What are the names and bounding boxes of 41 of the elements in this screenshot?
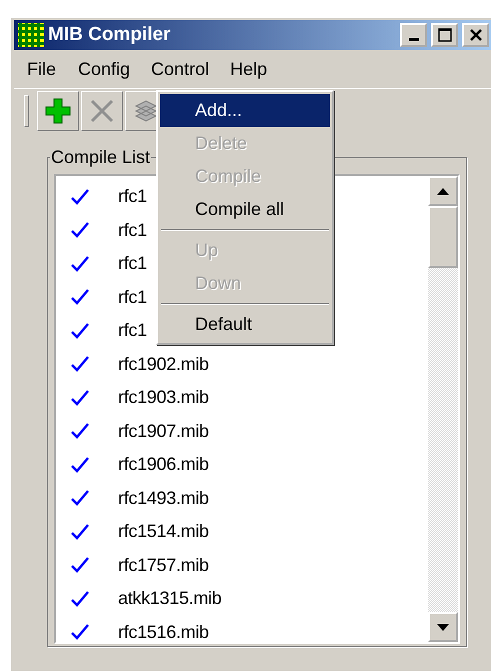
x-icon — [89, 98, 115, 124]
stack-icon — [133, 98, 159, 124]
menu-item[interactable]: Compile all — [160, 193, 330, 226]
scroll-up-button[interactable] — [428, 176, 458, 206]
menu-item[interactable]: Add... — [160, 94, 330, 127]
scroll-down-button[interactable] — [428, 612, 458, 642]
list-item[interactable]: rfc1 — [118, 186, 147, 208]
list-item[interactable]: rfc1514.mib — [118, 521, 209, 542]
maximize-button[interactable] — [431, 23, 458, 47]
list-item[interactable]: rfc1493.mib — [118, 488, 209, 509]
plus-icon — [45, 98, 71, 124]
list-item[interactable]: rfc1757.mib — [118, 554, 209, 576]
up-arrow-icon — [437, 188, 449, 194]
menu-item[interactable]: Config — [67, 54, 142, 84]
list-item[interactable]: rfc1902.mib — [118, 354, 209, 375]
list-item[interactable]: rfc1 — [118, 253, 147, 274]
toolbar-grip[interactable] — [24, 95, 29, 127]
close-icon — [468, 28, 482, 42]
list-item[interactable]: rfc1906.mib — [118, 454, 209, 476]
list-item[interactable]: rfc1903.mib — [118, 387, 209, 408]
list-item[interactable]: rfc1 — [118, 220, 147, 241]
menu-item[interactable]: Control — [141, 56, 220, 82]
menu-item[interactable]: Default — [160, 308, 330, 341]
down-arrow-icon — [437, 624, 449, 630]
minimize-button[interactable] — [400, 23, 427, 47]
scroll-thumb[interactable] — [428, 206, 458, 268]
group-title: Compile List — [50, 147, 152, 168]
minimize-icon — [408, 38, 418, 40]
grid-icon — [18, 23, 44, 47]
menu-item[interactable]: Help — [219, 54, 278, 84]
list-item[interactable]: atkk1315.mib — [118, 588, 222, 610]
list-item[interactable]: rfc1 — [118, 320, 147, 342]
list-item[interactable]: rfc1 — [118, 286, 147, 308]
list-item[interactable]: rfc1907.mib — [118, 420, 209, 442]
menu-item[interactable]: File — [16, 54, 68, 84]
maximize-icon — [438, 28, 452, 42]
close-button[interactable] — [462, 23, 489, 47]
toolbar-button[interactable] — [37, 91, 79, 131]
list-item[interactable]: rfc1516.mib — [118, 622, 209, 643]
scrollbar[interactable] — [428, 176, 458, 642]
window-title: MIB Compiler — [48, 24, 172, 46]
